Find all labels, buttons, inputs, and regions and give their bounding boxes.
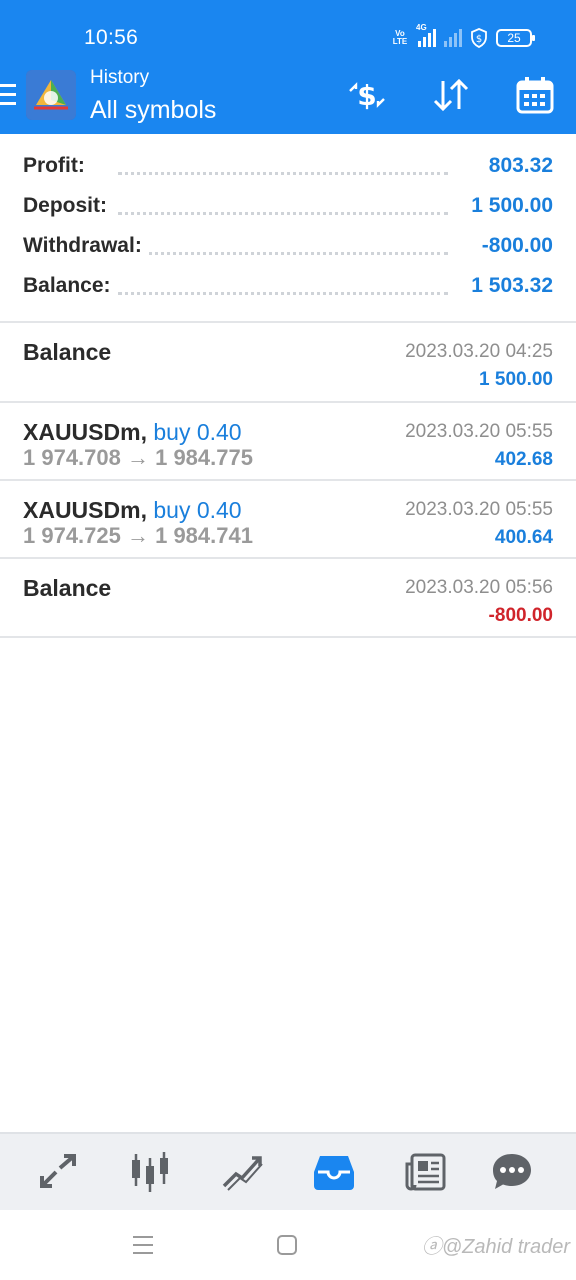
- deal-row[interactable]: Balance 2023.03.20 04:25 1 500.00: [0, 323, 576, 401]
- battery-icon: 25: [496, 29, 535, 47]
- profit-value: 803.32: [482, 154, 553, 178]
- currency-exchange-icon: $: [349, 79, 385, 112]
- summary-panel: Profit: 803.32 Deposit: 1 500.00 Withdra…: [0, 146, 576, 306]
- deal-time: 2023.03.20 05:55: [405, 421, 553, 442]
- deal-name: XAUUSDm, buy 0.40: [23, 497, 242, 523]
- summary-row-balance: Balance: 1 503.32: [23, 274, 553, 298]
- deposit-value: 1 500.00: [465, 194, 553, 218]
- header-subtitle: History: [90, 67, 150, 88]
- deal-amount: 1 500.00: [479, 369, 553, 390]
- calendar-icon: [516, 77, 554, 114]
- watermark: ⓐ@Zahid trader: [421, 1236, 570, 1258]
- header-title[interactable]: All symbols: [90, 96, 216, 125]
- sort-arrows-icon: [433, 78, 469, 112]
- quotes-icon: [40, 1154, 76, 1188]
- deal-name: Balance: [23, 575, 112, 601]
- history-icon: [314, 1156, 354, 1190]
- deal-name: XAUUSDm, buy 0.40: [23, 419, 242, 445]
- balance-value: 1 503.32: [465, 274, 553, 298]
- nav-quotes[interactable]: [34, 1148, 82, 1196]
- recent-apps-icon[interactable]: [130, 1232, 156, 1258]
- deal-row[interactable]: XAUUSDm, buy 0.40 1 974.725 → 1 984.741 …: [0, 481, 576, 559]
- system-nav-bar: ⓐ@Zahid trader: [0, 1210, 576, 1280]
- news-icon: [405, 1153, 446, 1191]
- bottom-nav: [0, 1132, 576, 1210]
- nav-history[interactable]: [310, 1148, 358, 1196]
- deal-prices: 1 974.708 → 1 984.775: [23, 445, 253, 470]
- sort-button[interactable]: [427, 72, 475, 118]
- chat-icon: [493, 1154, 531, 1189]
- period-button[interactable]: [511, 72, 559, 118]
- deal-time: 2023.03.20 05:55: [405, 499, 553, 520]
- summary-row-profit: Profit: 803.32: [23, 154, 553, 178]
- volte-icon: Vo LTE: [392, 29, 408, 46]
- deal-amount: 400.64: [494, 527, 553, 548]
- nav-chat[interactable]: [488, 1148, 536, 1196]
- deposit-withdraw-button[interactable]: $: [343, 72, 391, 118]
- nav-chart[interactable]: [126, 1148, 174, 1196]
- svg-text:$: $: [357, 79, 376, 112]
- shield-icon: $: [471, 28, 487, 48]
- chart-icon: [132, 1152, 168, 1192]
- deal-prices: 1 974.725 → 1 984.741: [23, 523, 253, 548]
- deal-row[interactable]: XAUUSDm, buy 0.40 1 974.708 → 1 984.775 …: [0, 403, 576, 481]
- nav-trade[interactable]: [218, 1148, 266, 1196]
- deal-row[interactable]: Balance 2023.03.20 05:56 -800.00: [0, 559, 576, 637]
- nav-news[interactable]: [402, 1148, 450, 1196]
- status-time: 10:56: [84, 26, 139, 49]
- app-header: 10:56 Vo LTE 4G $ 25 History All symbols…: [0, 0, 576, 134]
- signal-2-icon: [444, 29, 462, 47]
- deal-name: Balance: [23, 339, 112, 365]
- deal-time: 2023.03.20 05:56: [405, 577, 553, 598]
- app-logo: [26, 70, 76, 120]
- deal-amount: 402.68: [494, 449, 553, 470]
- home-icon[interactable]: [274, 1232, 300, 1258]
- menu-icon[interactable]: [0, 84, 16, 106]
- divider: [0, 636, 576, 638]
- deal-side: buy 0.40: [153, 419, 242, 445]
- trade-icon: [222, 1156, 263, 1191]
- status-icons: Vo LTE 4G $ 25: [390, 23, 535, 50]
- signal-icon: 4G: [416, 23, 436, 47]
- deal-time: 2023.03.20 04:25: [405, 341, 553, 362]
- deal-side: buy 0.40: [153, 497, 242, 523]
- summary-row-deposit: Deposit: 1 500.00: [23, 194, 553, 218]
- summary-row-withdrawal: Withdrawal: -800.00: [23, 234, 553, 258]
- withdrawal-value: -800.00: [475, 234, 553, 258]
- deal-amount: -800.00: [488, 605, 553, 626]
- svg-text:$: $: [476, 34, 482, 45]
